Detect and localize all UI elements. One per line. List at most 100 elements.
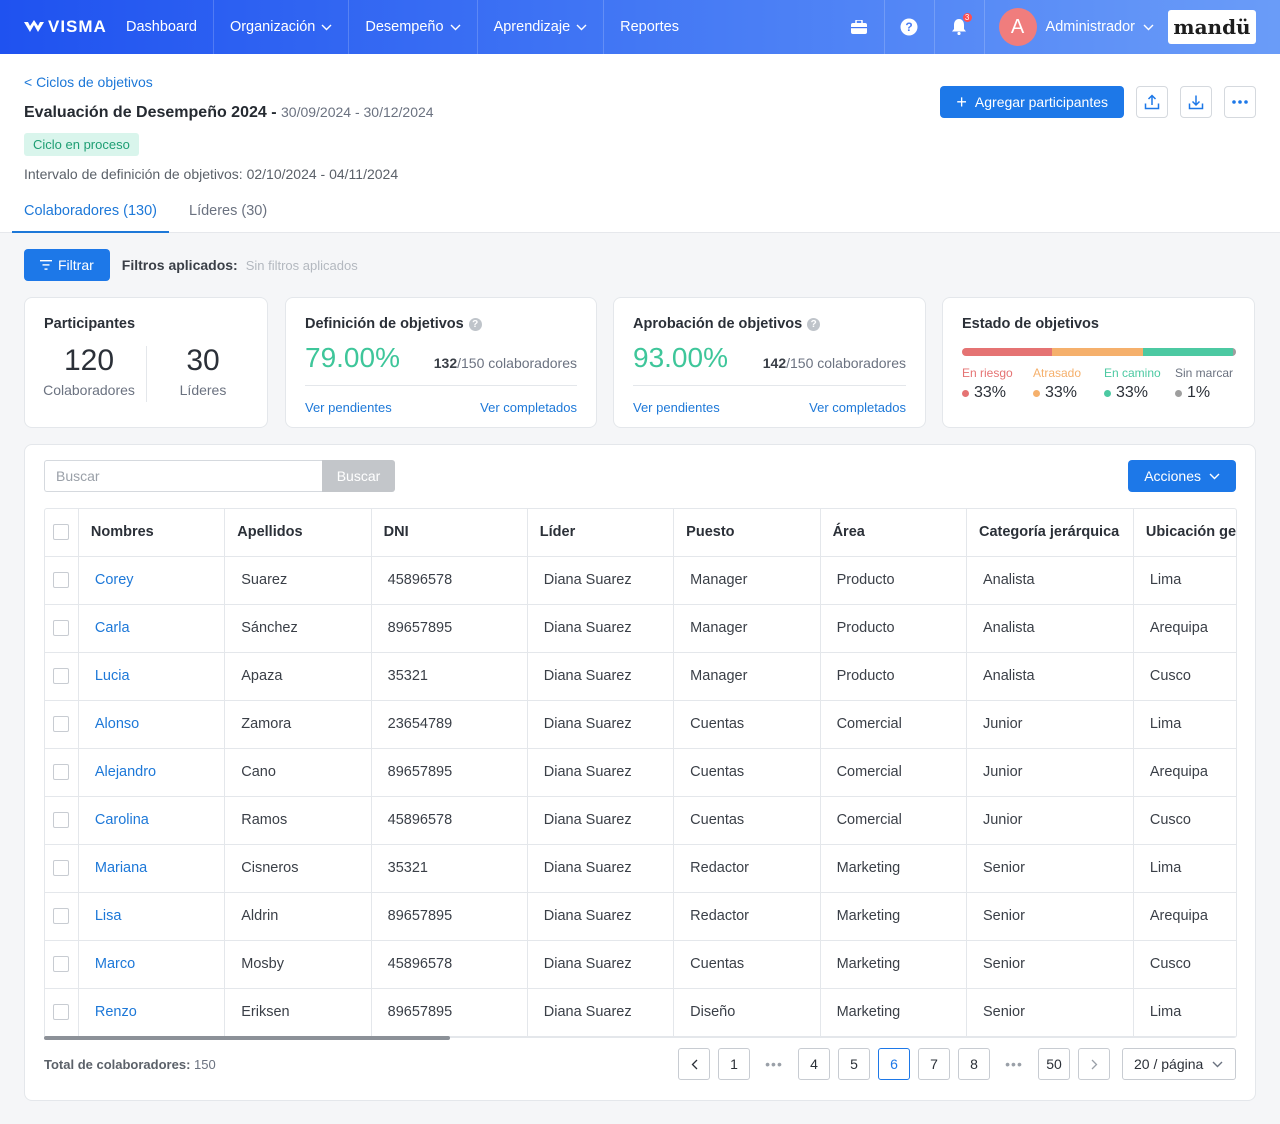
column-header[interactable]: Nombres	[78, 509, 226, 557]
notifications-button[interactable]: 3	[935, 0, 985, 54]
row-checkbox[interactable]	[53, 860, 70, 877]
page-5-button[interactable]: 5	[838, 1048, 870, 1080]
add-participants-button[interactable]: + Agregar participantes	[940, 86, 1124, 118]
user-menu[interactable]: A Administrador	[985, 0, 1168, 54]
row-checkbox[interactable]	[53, 1004, 70, 1021]
row-select-cell	[45, 700, 79, 749]
table-row[interactable]: Renzo Eriksen 89657895 Diana Suarez Diseño Ma…	[45, 988, 1236, 1037]
legend-percent: 33%	[1045, 384, 1078, 401]
help-icon[interactable]: ?	[807, 317, 821, 331]
page-size-select[interactable]: 20 / página	[1122, 1048, 1236, 1080]
brand-logo[interactable]: VISMA	[24, 17, 110, 37]
top-navbar: VISMA Dashboard Organización Desempeño Apre…	[0, 0, 1280, 54]
prev-page-button[interactable]	[678, 1048, 710, 1080]
column-header[interactable]: Categoría jerárquica	[966, 509, 1134, 557]
page-4-button[interactable]: 4	[798, 1048, 830, 1080]
tab-leaders[interactable]: Líderes (30)	[177, 195, 279, 233]
row-checkbox[interactable]	[53, 668, 70, 685]
row-checkbox[interactable]	[53, 956, 70, 973]
view-pending-link[interactable]: Ver pendientes	[633, 400, 720, 415]
collaborator-name-link[interactable]: Alejandro	[78, 748, 226, 797]
table-row[interactable]: Alonso Zamora 23654789 Diana Suarez Cuentas C…	[45, 700, 1236, 749]
collaborator-name-link[interactable]: Alonso	[78, 700, 226, 749]
table-row[interactable]: Lisa Aldrin 89657895 Diana Suarez Redactor Ma…	[45, 892, 1236, 941]
svg-text:?: ?	[905, 20, 912, 34]
nav-item-aprendizaje[interactable]: Aprendizaje	[478, 0, 605, 54]
card-title: Estado de objetivos	[962, 316, 1099, 332]
table-row[interactable]: Carolina Ramos 45896578 Diana Suarez Cuentas…	[45, 796, 1236, 845]
collaborator-name-link[interactable]: Lisa	[78, 892, 226, 941]
page-7-button[interactable]: 7	[918, 1048, 950, 1080]
back-link[interactable]: < Ciclos de objetivos	[24, 74, 153, 90]
row-checkbox[interactable]	[53, 572, 70, 589]
briefcase-button[interactable]	[835, 0, 885, 54]
legend-dot	[962, 389, 969, 397]
collaborator-name-link[interactable]: Carolina	[78, 796, 226, 845]
page-8-button[interactable]: 8	[958, 1048, 990, 1080]
pagination-ellipsis[interactable]: •••	[998, 1056, 1030, 1072]
next-page-button[interactable]	[1078, 1048, 1110, 1080]
page-50-button[interactable]: 50	[1038, 1048, 1070, 1080]
objective-approval-card: Aprobación de objetivos ? 93.00% 142/150…	[613, 297, 926, 428]
collaborator-name-link[interactable]: Renzo	[78, 988, 226, 1037]
table-cell: Analista	[966, 604, 1134, 653]
collaborator-name-link[interactable]: Mariana	[78, 844, 226, 893]
table-row[interactable]: Marco Mosby 45896578 Diana Suarez Cuentas Mar…	[45, 940, 1236, 989]
collaborators-count: 120	[63, 344, 115, 377]
column-header[interactable]: Área	[820, 509, 967, 557]
row-checkbox[interactable]	[53, 764, 70, 781]
title-separator: -	[266, 104, 281, 121]
page-1-button[interactable]: 1	[718, 1048, 750, 1080]
column-header[interactable]: Líder	[527, 509, 675, 557]
table-cell: Lima	[1133, 556, 1236, 605]
definition-percent: 79.00%	[305, 342, 400, 373]
row-select-cell	[45, 892, 79, 941]
view-completed-link[interactable]: Ver completados	[809, 400, 906, 415]
collaborators-table-container[interactable]: Nombres Apellidos DNI Líder Puesto Área Catego…	[44, 508, 1237, 1038]
nav-item-dashboard[interactable]: Dashboard	[110, 0, 214, 54]
search-input[interactable]	[44, 460, 322, 492]
table-row[interactable]: Lucia Apaza 35321 Diana Suarez Manager Produc…	[45, 652, 1236, 701]
card-title-row: Aprobación de objetivos ?	[633, 316, 821, 332]
help-button[interactable]: ?	[885, 0, 935, 54]
collaborator-name-link[interactable]: Carla	[78, 604, 226, 653]
column-header[interactable]: Ubicación geográfica	[1133, 509, 1236, 557]
column-header[interactable]: Puesto	[673, 509, 821, 557]
column-header[interactable]: Apellidos	[224, 509, 372, 557]
filter-button[interactable]: Filtrar	[24, 249, 110, 281]
table-cell: Cisneros	[224, 844, 372, 893]
select-all-checkbox[interactable]	[53, 524, 70, 541]
pagination-ellipsis[interactable]: •••	[758, 1056, 790, 1072]
table-row[interactable]: Carla Sánchez 89657895 Diana Suarez Manager P…	[45, 604, 1236, 653]
nav-item-desempeno[interactable]: Desempeño	[349, 0, 478, 54]
collaborator-name-link[interactable]: Marco	[78, 940, 226, 989]
page-6-button[interactable]: 6	[878, 1048, 910, 1080]
table-row[interactable]: Alejandro Cano 89657895 Diana Suarez Cuentas…	[45, 748, 1236, 797]
upload-button[interactable]	[1136, 86, 1168, 118]
nav-item-reportes[interactable]: Reportes	[604, 0, 695, 54]
horizontal-scrollbar[interactable]	[44, 1036, 450, 1040]
row-checkbox[interactable]	[53, 620, 70, 637]
row-checkbox[interactable]	[53, 908, 70, 925]
more-options-button[interactable]	[1224, 86, 1256, 118]
row-checkbox[interactable]	[53, 812, 70, 829]
column-header[interactable]: DNI	[371, 509, 528, 557]
nav-item-organizacion[interactable]: Organización	[214, 0, 350, 54]
table-cell: Diana Suarez	[527, 940, 675, 989]
table-row[interactable]: Mariana Cisneros 35321 Diana Suarez Redactor…	[45, 844, 1236, 893]
table-cell: Sánchez	[224, 604, 372, 653]
collaborator-name-link[interactable]: Corey	[78, 556, 226, 605]
collaborator-name-link[interactable]: Lucia	[78, 652, 226, 701]
actions-label: Acciones	[1144, 468, 1201, 484]
table-cell: Cusco	[1133, 940, 1236, 989]
table-row[interactable]: Corey Suarez 45896578 Diana Suarez Manager Pr…	[45, 556, 1236, 605]
search-button[interactable]: Buscar	[322, 460, 395, 492]
download-button[interactable]	[1180, 86, 1212, 118]
view-pending-link[interactable]: Ver pendientes	[305, 400, 392, 415]
help-icon[interactable]: ?	[468, 317, 482, 331]
row-checkbox[interactable]	[53, 716, 70, 733]
table-cell: Marketing	[820, 892, 967, 941]
tab-collaborators[interactable]: Colaboradores (130)	[12, 195, 169, 233]
actions-dropdown[interactable]: Acciones	[1128, 460, 1236, 492]
view-completed-link[interactable]: Ver completados	[480, 400, 577, 415]
